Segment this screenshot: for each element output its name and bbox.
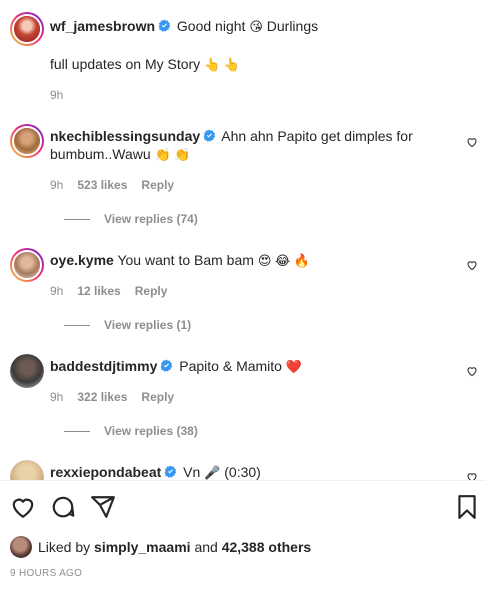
comment-like-icon[interactable] xyxy=(466,259,478,271)
comment-body: Papito & Mamito xyxy=(179,358,282,374)
comment-icon[interactable] xyxy=(50,494,76,520)
comments-section: wf_jamesbrown Good night 😘 Durlings full… xyxy=(0,0,486,480)
liked-by-prefix: Liked by xyxy=(38,539,91,555)
likes-count[interactable]: 42,388 others xyxy=(222,539,312,555)
comment-like-icon[interactable] xyxy=(466,471,478,480)
comment-avatar[interactable] xyxy=(10,354,44,388)
heart-icon[interactable] xyxy=(10,494,36,520)
comment-text: oye.kyme You want to Bam bam 😍 😂 🔥 xyxy=(50,251,310,270)
comment-text: baddestdjtimmy Papito & Mamito ❤️ xyxy=(50,357,302,376)
caption-line-2: full updates on My Story 👆 👆 xyxy=(50,55,240,74)
reply-button[interactable]: Reply xyxy=(135,284,168,298)
action-bar-divider xyxy=(0,480,486,481)
caption-time: 9h xyxy=(50,88,64,102)
clap-emoji: 👏 👏 xyxy=(154,147,191,162)
voice-note-duration: (0:30) xyxy=(224,464,261,480)
comment-avatar[interactable] xyxy=(10,124,44,158)
view-replies-label: View replies (38) xyxy=(104,424,198,438)
comment-username[interactable]: rexxiepondabeat xyxy=(50,464,161,480)
caption-author-avatar[interactable] xyxy=(10,12,44,46)
comment-meta: 9h 12 likes Reply xyxy=(50,284,167,298)
comment-time: 9h xyxy=(50,178,64,192)
verified-badge-icon xyxy=(165,465,177,478)
comment-meta: 9h 322 likes Reply xyxy=(50,390,174,404)
kiss-emoji: 😘 xyxy=(249,19,263,34)
comment-time: 9h xyxy=(50,390,64,404)
comment-likes[interactable]: 322 likes xyxy=(77,390,127,404)
comment-likes[interactable]: 523 likes xyxy=(77,178,127,192)
replies-divider xyxy=(64,324,90,326)
comment-username[interactable]: oye.kyme xyxy=(50,252,114,268)
comment-avatar[interactable] xyxy=(10,460,44,480)
caption-text: wf_jamesbrown Good night 😘 Durlings xyxy=(50,17,318,36)
reaction-emojis: 😍 😂 🔥 xyxy=(257,253,310,268)
comment-body: Vn xyxy=(183,464,201,480)
view-replies-label: View replies (74) xyxy=(104,212,198,226)
comment-body: You want to Bam bam xyxy=(117,252,254,268)
bookmark-icon[interactable] xyxy=(454,494,480,520)
view-replies-button[interactable]: View replies (38) xyxy=(64,424,198,438)
caption-username[interactable]: wf_jamesbrown xyxy=(50,18,155,34)
post-action-bar xyxy=(0,494,486,522)
liker-avatar[interactable] xyxy=(10,536,32,558)
view-replies-button[interactable]: View replies (74) xyxy=(64,212,198,226)
liked-by-and: and xyxy=(194,539,218,555)
caption-meta: 9h xyxy=(50,88,63,102)
pointing-up-emoji: 👆 👆 xyxy=(204,57,241,72)
comment-avatar[interactable] xyxy=(10,248,44,282)
comment-meta: 9h 523 likes Reply xyxy=(50,178,174,192)
comment-time: 9h xyxy=(50,284,64,298)
verified-badge-icon xyxy=(203,129,216,142)
replies-divider xyxy=(64,430,90,432)
comment-text: rexxiepondabeat Vn 🎤 (0:30) xyxy=(50,463,261,480)
comment-username[interactable]: nkechiblessingsunday xyxy=(50,128,200,144)
red-heart-emoji: ❤️ xyxy=(285,359,303,374)
comment-text: nkechiblessingsunday Ahn ahn Papito get … xyxy=(50,127,440,164)
post-timestamp: 9 HOURS AGO xyxy=(10,568,83,579)
likes-summary: Liked by simply_maami and 42,388 others xyxy=(10,536,311,558)
view-replies-label: View replies (1) xyxy=(104,318,192,332)
comment-like-icon[interactable] xyxy=(466,136,478,148)
reply-button[interactable]: Reply xyxy=(141,390,174,404)
comment-username[interactable]: baddestdjtimmy xyxy=(50,358,157,374)
caption-body-2: Durlings xyxy=(266,18,319,34)
caption-body: Good night xyxy=(176,18,246,34)
share-icon[interactable] xyxy=(90,494,116,520)
liker-username[interactable]: simply_maami xyxy=(94,539,191,555)
verified-badge-icon xyxy=(161,359,173,372)
view-replies-button[interactable]: View replies (1) xyxy=(64,318,191,332)
comment-likes[interactable]: 12 likes xyxy=(77,284,120,298)
reply-button[interactable]: Reply xyxy=(141,178,174,192)
microphone-emoji: 🎤 xyxy=(204,465,221,480)
caption-line-2-text: full updates on My Story xyxy=(50,56,201,72)
replies-divider xyxy=(64,218,90,220)
verified-badge-icon xyxy=(158,19,171,32)
comment-like-icon[interactable] xyxy=(466,365,478,377)
